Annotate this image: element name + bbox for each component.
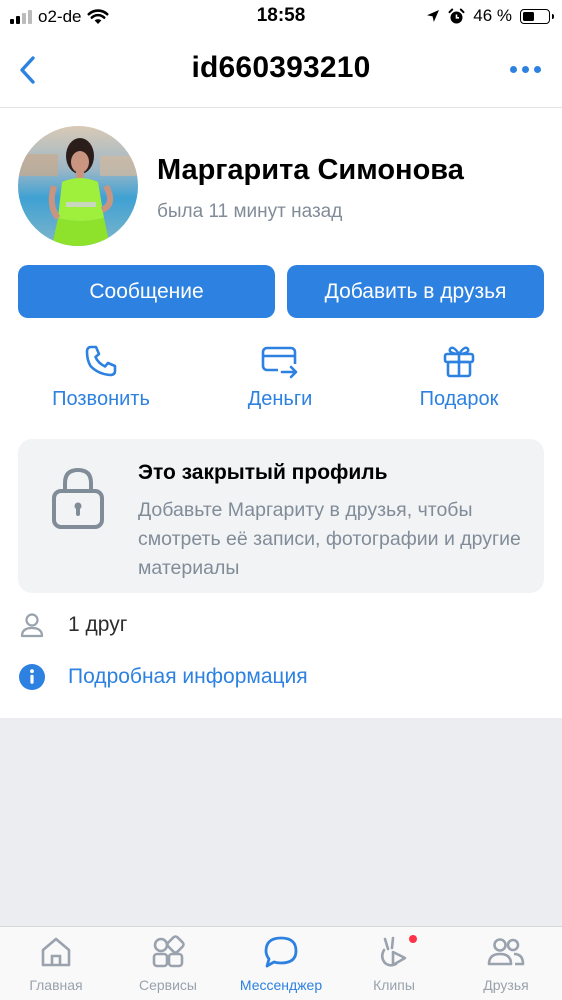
phone-icon — [85, 345, 117, 377]
profile-last-seen: была 11 минут назад — [157, 201, 343, 222]
home-icon — [41, 937, 71, 967]
money-action[interactable]: Деньги — [195, 343, 365, 411]
details-link: Подробная информация — [68, 665, 308, 688]
empty-content-area — [0, 718, 562, 926]
services-icon — [152, 935, 185, 968]
closed-profile-card: Это закрытый профиль Добавьте Маргариту … — [18, 439, 544, 593]
profile-header: Маргарита Симонова была 11 минут назад — [18, 126, 548, 248]
message-button[interactable]: Сообщение — [18, 265, 275, 318]
profile-name: Маргарита Симонова — [157, 154, 464, 186]
closed-profile-title: Это закрытый профиль — [138, 461, 388, 484]
tab-friends-label: Друзья — [483, 977, 529, 993]
money-transfer-icon — [261, 346, 298, 379]
call-label: Позвонить — [52, 388, 150, 410]
gift-icon — [443, 346, 475, 378]
tab-services[interactable]: Сервисы — [112, 935, 224, 993]
friends-count: 1 друг — [68, 613, 128, 636]
status-bar: o2-de 18:58 46 % — [0, 0, 562, 34]
location-icon — [427, 10, 440, 22]
money-label: Деньги — [247, 388, 313, 410]
gift-action[interactable]: Подарок — [374, 343, 544, 411]
tab-messenger[interactable]: Мессенджер — [225, 935, 337, 993]
alarm-icon — [448, 8, 465, 23]
avatar-photo — [18, 126, 138, 246]
tab-home-label: Главная — [29, 977, 83, 993]
tab-bar: Главная Сервисы Мессенджер Клипы Друзья — [0, 926, 562, 1000]
tab-clips[interactable]: Клипы — [338, 935, 450, 993]
user-icon — [20, 613, 44, 638]
more-horizontal-icon[interactable] — [510, 62, 544, 76]
page-title: id660393210 — [191, 51, 371, 84]
lock-icon — [52, 467, 104, 529]
details-row[interactable]: Подробная информация — [18, 660, 308, 694]
tab-friends[interactable]: Друзья — [450, 935, 562, 993]
clips-badge — [409, 935, 417, 943]
nav-bar: id660393210 — [0, 34, 562, 108]
tab-home[interactable]: Главная — [0, 935, 112, 993]
closed-profile-text: Добавьте Маргариту в друзья, чтобы смотр… — [138, 499, 521, 579]
battery-percent: 46 % — [473, 6, 512, 25]
gift-label: Подарок — [419, 388, 499, 410]
friends-count-row[interactable]: 1 друг — [18, 608, 127, 642]
avatar[interactable] — [18, 126, 138, 246]
status-right: 46 % — [426, 6, 554, 26]
tab-services-label: Сервисы — [138, 977, 197, 993]
friends-icon — [487, 938, 525, 966]
battery-icon — [520, 8, 554, 24]
tab-messenger-label: Мессенджер — [239, 977, 323, 993]
messenger-icon — [264, 936, 298, 968]
clips-icon — [380, 936, 407, 967]
add-friend-button[interactable]: Добавить в друзья — [287, 265, 544, 318]
tab-clips-label: Клипы — [373, 977, 415, 993]
call-action[interactable]: Позвонить — [16, 343, 186, 411]
info-icon — [19, 664, 45, 690]
